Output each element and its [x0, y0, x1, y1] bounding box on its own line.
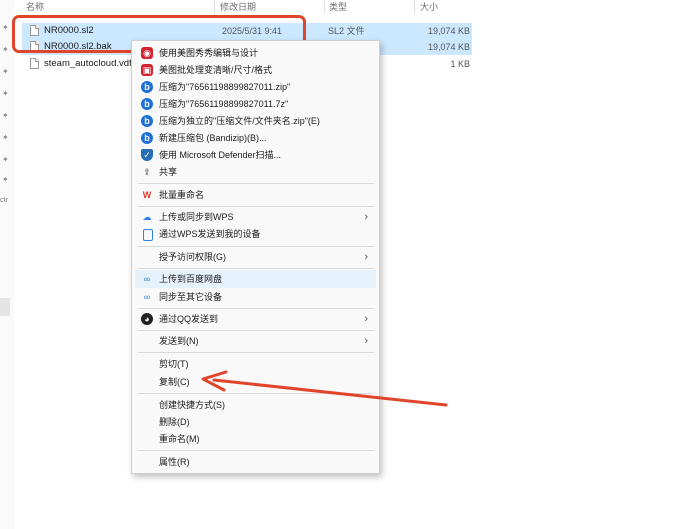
red-annotation-arrow	[201, 370, 448, 407]
